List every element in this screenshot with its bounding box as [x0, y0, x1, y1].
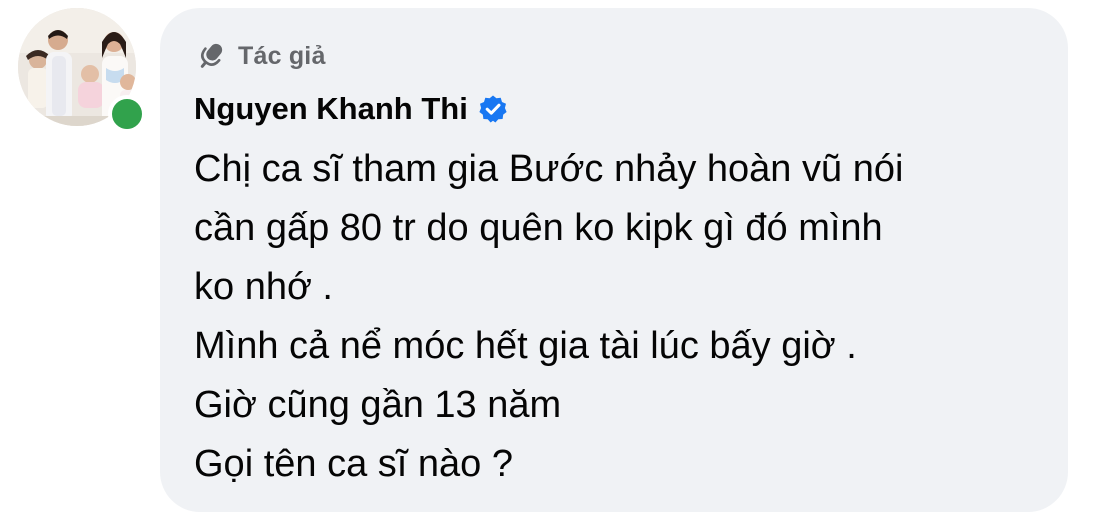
microphone-icon: [194, 39, 228, 73]
comment-item: Tác giả Nguyen Khanh Thi Chị ca sĩ tham …: [0, 0, 1120, 521]
comment-line: Gọi tên ca sĩ nào ?: [194, 443, 513, 485]
avatar-container[interactable]: [18, 8, 146, 133]
author-badge-label: Tác giả: [238, 41, 326, 70]
comment-text: Chị ca sĩ tham gia Bước nhảy hoàn vũ nói…: [194, 140, 1054, 494]
comment-line: ko nhớ .: [194, 266, 333, 308]
verified-badge-icon: [478, 94, 508, 124]
comment-line: Giờ cũng gần 13 năm: [194, 384, 562, 426]
author-badge: Tác giả: [194, 36, 326, 76]
commenter-name[interactable]: Nguyen Khanh Thi: [194, 91, 468, 127]
online-status-dot: [108, 95, 146, 133]
comment-bubble: Tác giả Nguyen Khanh Thi Chị ca sĩ tham …: [160, 8, 1068, 512]
comment-line: Chị ca sĩ tham gia Bước nhảy hoàn vũ nói: [194, 148, 904, 190]
commenter-header: Nguyen Khanh Thi: [194, 86, 508, 132]
comment-line: Mình cả nể móc hết gia tài lúc bấy giờ .: [194, 325, 857, 367]
comment-line: cần gấp 80 tr do quên ko kipk gì đó mình: [194, 207, 883, 249]
